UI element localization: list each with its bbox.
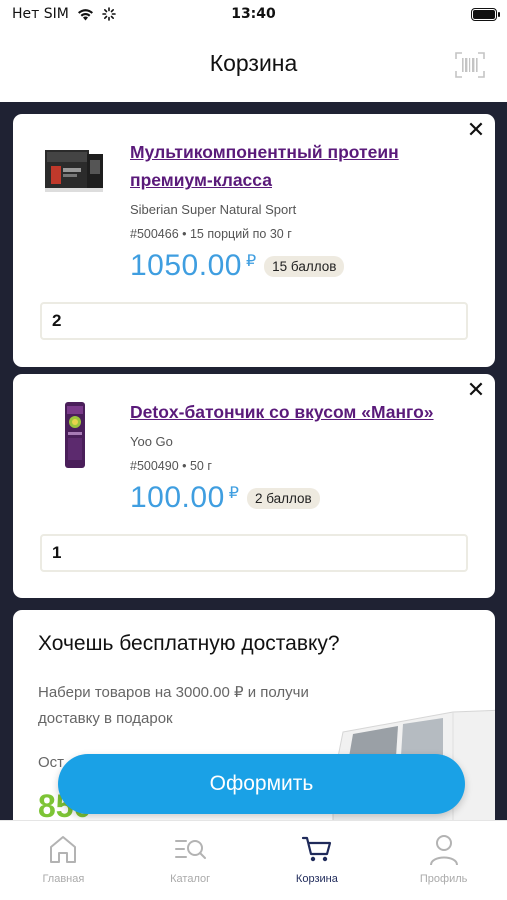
page-title: Корзина <box>209 50 298 76</box>
product-price: 1050.00 <box>130 249 242 282</box>
product-brand: Yoo Go <box>130 434 173 449</box>
price-row: 100.00 ₽ 2 баллов <box>130 481 469 515</box>
status-bar: Нет SIM 13:40 <box>0 0 507 30</box>
currency-symbol: ₽ <box>228 485 239 502</box>
tab-label: Корзина <box>295 873 338 885</box>
item-info: Мультикомпонентный протеин премиум-класс… <box>130 138 469 283</box>
barcode-scan-icon[interactable] <box>455 52 485 78</box>
profile-icon <box>429 835 458 866</box>
battery-icon <box>471 8 500 21</box>
detox-bar-image <box>65 402 85 468</box>
protein-box-image <box>45 150 103 192</box>
product-sku: #500490 • 50 г <box>130 459 212 473</box>
item-info: Detox-батончик со вкусом «Манго» Yoo Go … <box>130 398 469 515</box>
points-badge: 2 баллов <box>246 487 320 509</box>
promo-title: Хочешь бесплатную доставку? <box>38 632 340 655</box>
tab-profile[interactable]: Профиль <box>380 821 507 900</box>
product-title-link[interactable]: Detox-батончик со вкусом «Манго» <box>130 398 469 426</box>
currency-symbol: ₽ <box>245 253 257 270</box>
header: Корзина <box>0 30 507 102</box>
quantity-input[interactable]: 2 <box>40 302 468 340</box>
product-price: 100.00 <box>130 481 225 514</box>
promo-text: Набери товаров на 3000.00 ₽ и получи дос… <box>38 684 309 727</box>
tab-catalog[interactable]: Каталог <box>127 821 254 900</box>
product-brand: Siberian Super Natural Sport <box>130 202 297 217</box>
cart-content[interactable]: ✕ Мультикомпонентный протеин премиум-кла… <box>0 102 507 820</box>
product-title-link[interactable]: Мультикомпонентный протеин премиум-класс… <box>130 138 469 194</box>
tab-home[interactable]: Главная <box>0 821 127 900</box>
quantity-input[interactable]: 1 <box>40 534 468 572</box>
status-time: 13:40 <box>231 6 276 22</box>
tab-bar: Главная Каталог Корзина Профиль <box>0 820 507 900</box>
promo-rest-label: Ост <box>38 754 65 771</box>
product-sku: #500466 • 15 порций по 30 г <box>130 227 292 241</box>
cart-item-card: ✕ Detox-батончик со вкусом «Манго» Yoo G… <box>13 374 495 598</box>
tab-cart[interactable]: Корзина <box>254 821 381 900</box>
checkout-button[interactable]: Оформить <box>58 754 465 814</box>
tab-label: Каталог <box>170 873 211 885</box>
cart-icon <box>301 836 331 862</box>
home-icon <box>50 836 77 863</box>
price-row: 1050.00 ₽ 15 баллов <box>130 249 469 283</box>
tab-label: Профиль <box>419 873 468 885</box>
catalog-search-icon <box>175 840 207 859</box>
cart-item-card: ✕ Мультикомпонентный протеин премиум-кла… <box>13 114 495 367</box>
tab-label: Главная <box>42 873 85 885</box>
points-badge: 15 баллов <box>264 255 345 277</box>
